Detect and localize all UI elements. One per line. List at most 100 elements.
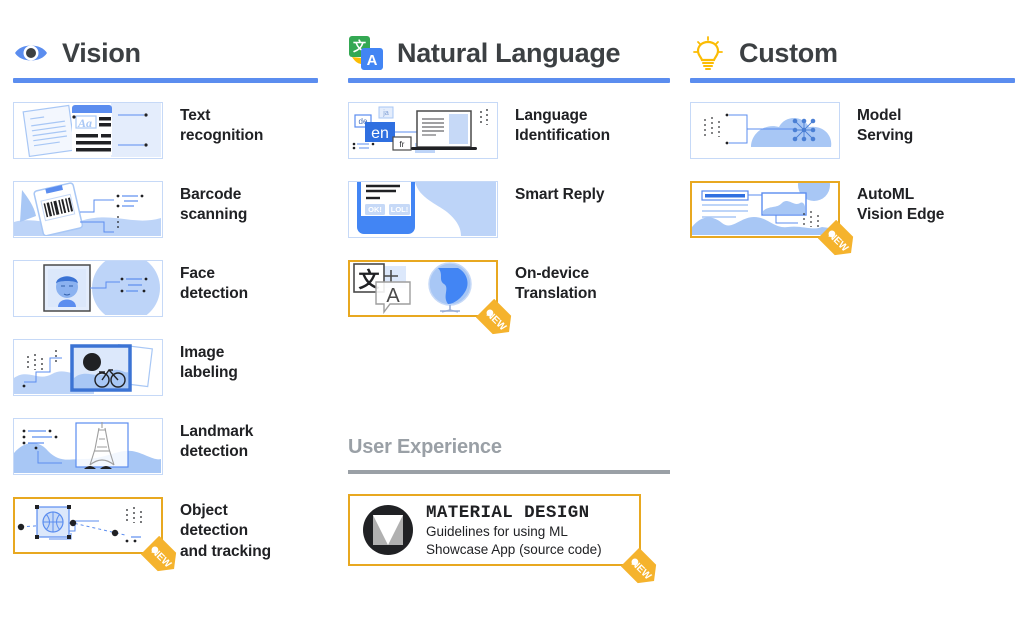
label-line: Landmark xyxy=(180,423,254,440)
subtitle-line: Guidelines for using ML xyxy=(426,523,568,539)
face-detection-thumbnail[interactable] xyxy=(13,260,163,317)
text-recognition-thumbnail[interactable]: Aa xyxy=(13,102,163,159)
custom-title: Custom xyxy=(739,37,838,68)
feature-row[interactable]: Face detection xyxy=(13,260,318,317)
on-device-translation-thumbnail[interactable]: 文 A NEW xyxy=(348,260,512,335)
user-experience-title: User Experience xyxy=(348,436,502,458)
feature-row[interactable]: de ja en fr Language Identification xyxy=(348,102,670,159)
feature-label: Language Identification xyxy=(515,102,610,147)
svg-text:ja: ja xyxy=(382,110,389,117)
label-line: Language xyxy=(515,107,588,124)
natural-language-divider xyxy=(348,78,670,83)
feature-row[interactable]: Landmark detection xyxy=(13,418,318,475)
label-line: Identification xyxy=(515,127,611,145)
feature-row[interactable]: 文 A NEW On-device Translation xyxy=(348,260,670,335)
automl-vision-edge-art xyxy=(692,183,838,236)
text-recognition-art: Aa xyxy=(14,103,162,158)
smart-reply-art: OK! LOL! xyxy=(349,182,497,237)
vision-title: Vision xyxy=(62,37,141,68)
label-line: On-device xyxy=(515,265,590,282)
svg-text:LOL!: LOL! xyxy=(391,205,409,214)
label-line: labeling xyxy=(180,364,238,382)
svg-text:OK!: OK! xyxy=(368,205,382,214)
custom-feature-list: Model Serving NEW AutoML Vision Edge xyxy=(690,102,1015,256)
label-line: and tracking xyxy=(180,542,271,560)
feature-label: Landmark detection xyxy=(180,418,253,463)
natural-language-feature-list: de ja en fr Language Identification OK! … xyxy=(348,102,670,335)
new-badge: NEW xyxy=(621,548,663,590)
label-line: Translation xyxy=(515,285,597,303)
landmark-detection-art xyxy=(14,419,162,474)
feature-label: Text recognition xyxy=(180,102,263,147)
new-badge: NEW xyxy=(818,220,860,262)
svg-text:A: A xyxy=(386,285,400,307)
new-badge: NEW xyxy=(476,299,518,341)
label-line: Object xyxy=(180,502,228,519)
label-line: Smart Reply xyxy=(515,186,605,203)
subtitle-line: Showcase App (source code) xyxy=(426,541,602,557)
barcode-scanning-art xyxy=(14,182,162,237)
on-device-translation-art: 文 A xyxy=(350,262,496,315)
label-line: Serving xyxy=(857,127,914,145)
natural-language-title: Natural Language xyxy=(397,37,621,68)
vision-header: Vision xyxy=(13,0,318,78)
face-detection-art xyxy=(14,261,162,316)
user-experience-divider xyxy=(348,470,670,474)
image-labeling-thumbnail[interactable] xyxy=(13,339,163,396)
label-line: detection xyxy=(180,285,248,303)
section-custom: Custom Model Serving NEW AutoML Vision E… xyxy=(690,0,1015,260)
language-identification-thumbnail[interactable]: de ja en fr xyxy=(348,102,498,159)
svg-text:en: en xyxy=(371,125,389,142)
model-serving-thumbnail[interactable] xyxy=(690,102,840,159)
automl-vision-edge-thumbnail[interactable]: NEW xyxy=(690,181,854,256)
eye-icon xyxy=(13,35,49,71)
barcode-scanning-thumbnail[interactable] xyxy=(13,181,163,238)
section-natural-language: 文 A Natural Language de ja en fr Languag… xyxy=(348,0,670,339)
feature-row[interactable]: Barcode scanning xyxy=(13,181,318,238)
object-detection-thumbnail[interactable]: NEW xyxy=(13,497,177,572)
material-design-text: MATERIAL DESIGN Guidelines for using ML … xyxy=(426,502,602,559)
mlkit-feature-overview: Vision Aa Text recognition Barcode scann… xyxy=(0,0,1024,618)
label-line: detection xyxy=(180,443,248,461)
material-design-subtitle: Guidelines for using ML Showcase App (so… xyxy=(426,523,602,559)
feature-label: On-device Translation xyxy=(515,260,597,305)
section-vision: Vision Aa Text recognition Barcode scann… xyxy=(13,0,318,584)
label-line: detection xyxy=(180,522,248,540)
feature-row[interactable]: NEW Object detection and tracking xyxy=(13,497,318,572)
feature-row[interactable]: NEW AutoML Vision Edge xyxy=(690,181,1015,256)
svg-text:Aa: Aa xyxy=(77,116,92,130)
label-line: Vision Edge xyxy=(857,206,945,224)
feature-row[interactable]: Model Serving xyxy=(690,102,1015,159)
translate-icon: 文 A xyxy=(348,35,384,71)
lightbulb-icon xyxy=(690,35,726,71)
label-line: Face xyxy=(180,265,215,282)
natural-language-header: 文 A Natural Language xyxy=(348,0,670,78)
feature-label: Model Serving xyxy=(857,102,913,147)
material-design-title: MATERIAL DESIGN xyxy=(426,502,590,523)
label-line: recognition xyxy=(180,127,264,145)
custom-header: Custom xyxy=(690,0,1015,78)
feature-row[interactable]: Aa Text recognition xyxy=(13,102,318,159)
landmark-detection-thumbnail[interactable] xyxy=(13,418,163,475)
feature-label: Barcode scanning xyxy=(180,181,247,226)
feature-label: Smart Reply xyxy=(515,181,604,205)
custom-divider xyxy=(690,78,1015,83)
vision-divider xyxy=(13,78,318,83)
smart-reply-thumbnail[interactable]: OK! LOL! xyxy=(348,181,498,238)
material-design-card[interactable]: MATERIAL DESIGN Guidelines for using ML … xyxy=(348,494,657,584)
feature-row[interactable]: OK! LOL! Smart Reply xyxy=(348,181,670,238)
feature-label: Object detection and tracking xyxy=(180,497,271,562)
model-serving-art xyxy=(691,103,839,158)
svg-text:fr: fr xyxy=(400,140,405,149)
feature-label: Face detection xyxy=(180,260,248,305)
label-line: Image xyxy=(180,344,225,361)
material-design-logo xyxy=(362,504,414,556)
language-identification-art: de ja en fr xyxy=(349,103,497,158)
label-line: Model xyxy=(857,107,902,124)
label-line: Text xyxy=(180,107,211,124)
label-line: Barcode xyxy=(180,186,242,203)
vision-feature-list: Aa Text recognition Barcode scanning Fac… xyxy=(13,102,318,572)
feature-row[interactable]: Image labeling xyxy=(13,339,318,396)
object-detection-art xyxy=(15,499,161,552)
new-badge: NEW xyxy=(141,536,183,578)
